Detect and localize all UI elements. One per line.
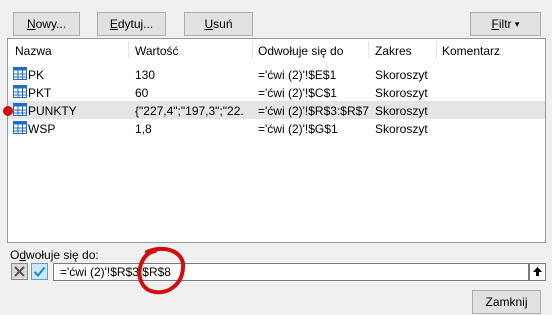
filter-button[interactable]: Filtr ▾ bbox=[470, 12, 541, 36]
named-range-icon bbox=[13, 103, 27, 116]
names-list[interactable]: Nazwa Wartość Odwołuje się do Zakres Kom… bbox=[7, 38, 546, 243]
cell-scope: Skoroszyt bbox=[375, 86, 428, 100]
cell-scope: Skoroszyt bbox=[375, 104, 428, 118]
column-divider[interactable] bbox=[252, 41, 253, 59]
cell-value: 1,8 bbox=[135, 122, 152, 136]
edit-button-label: dytuj... bbox=[117, 17, 154, 31]
delete-button-hotkey: U bbox=[204, 17, 214, 31]
column-divider[interactable] bbox=[436, 41, 437, 59]
table-row[interactable]: PKT 60 ='ćwi (2)'!$C$1 Skoroszyt bbox=[8, 83, 545, 101]
column-header-scope[interactable]: Zakres bbox=[375, 44, 412, 58]
column-header-name[interactable]: Nazwa bbox=[15, 44, 52, 58]
new-button-label: owy... bbox=[35, 17, 67, 31]
refers-to-label-text: wołuje się do: bbox=[26, 248, 99, 262]
arrow-up-icon bbox=[533, 267, 542, 276]
confirm-edit-button[interactable] bbox=[31, 263, 48, 280]
cell-value: 60 bbox=[135, 86, 149, 100]
new-button-hotkey: N bbox=[26, 17, 36, 31]
column-divider[interactable] bbox=[128, 41, 129, 59]
cell-refers-to: ='ćwi (2)'!$G$1 bbox=[258, 122, 338, 136]
edit-button[interactable]: Edytuj... bbox=[97, 12, 166, 36]
cell-name: PK bbox=[28, 68, 45, 82]
close-icon bbox=[14, 266, 25, 277]
filter-button-hotkey: F bbox=[491, 17, 499, 31]
cell-refers-to: ='ćwi (2)'!$E$1 bbox=[258, 68, 337, 82]
cell-scope: Skoroszyt bbox=[375, 68, 428, 82]
refers-to-label-prefix: O bbox=[10, 248, 20, 262]
table-row[interactable]: WSP 1,8 ='ćwi (2)'!$G$1 Skoroszyt bbox=[8, 119, 545, 137]
cell-value: {"227,4";"197,3";"22... bbox=[135, 104, 245, 118]
named-range-icon bbox=[13, 67, 27, 80]
table-row[interactable]: PK 130 ='ćwi (2)'!$E$1 Skoroszyt bbox=[8, 65, 545, 83]
refers-to-input[interactable] bbox=[53, 263, 529, 281]
close-button[interactable]: Zamknij bbox=[472, 290, 541, 314]
column-header-comment[interactable]: Komentarz bbox=[442, 44, 500, 58]
chevron-down-icon: ▾ bbox=[514, 18, 520, 29]
column-header-refers-to[interactable]: Odwołuje się do bbox=[258, 44, 343, 58]
cell-name: PUNKTY bbox=[28, 104, 77, 118]
cell-refers-to: ='ćwi (2)'!$C$1 bbox=[258, 86, 337, 100]
cell-scope: Skoroszyt bbox=[375, 122, 428, 136]
named-range-icon bbox=[13, 85, 27, 98]
cell-name: PKT bbox=[28, 86, 52, 100]
named-range-icon bbox=[13, 121, 27, 134]
list-header: Nazwa Wartość Odwołuje się do Zakres Kom… bbox=[8, 39, 545, 61]
cell-value: 130 bbox=[135, 68, 156, 82]
checkmark-icon bbox=[33, 266, 46, 277]
refers-to-label: Odwołuje się do: bbox=[10, 248, 99, 262]
delete-button[interactable]: Usuń bbox=[184, 12, 253, 36]
annotation-circle bbox=[137, 246, 186, 295]
table-row-selected[interactable]: PUNKTY {"227,4";"197,3";"22... ='ćwi (2)… bbox=[8, 101, 545, 119]
column-header-value[interactable]: Wartość bbox=[135, 44, 179, 58]
annotation-dot bbox=[3, 106, 13, 116]
cancel-edit-button[interactable] bbox=[11, 263, 28, 280]
delete-button-label: suń bbox=[213, 17, 233, 31]
new-button[interactable]: Nowy... bbox=[13, 12, 80, 36]
filter-button-label: iltr bbox=[498, 17, 512, 31]
cell-refers-to: ='ćwi (2)'!$R$3:$R$7 bbox=[258, 104, 369, 118]
close-button-label: Zamknij bbox=[485, 295, 528, 309]
collapse-dialog-button[interactable] bbox=[529, 263, 546, 281]
cell-name: WSP bbox=[28, 122, 56, 136]
edit-button-hotkey: E bbox=[109, 17, 118, 31]
column-divider[interactable] bbox=[368, 41, 369, 59]
